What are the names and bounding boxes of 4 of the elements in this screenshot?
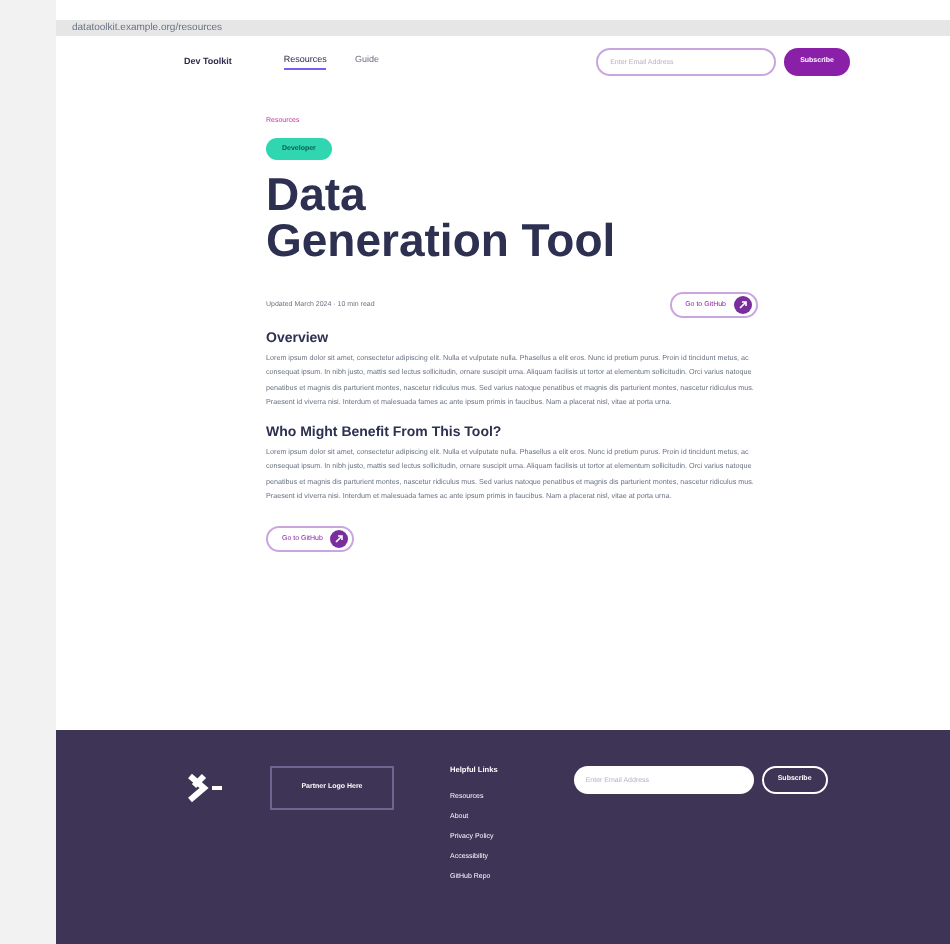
logo-icon	[186, 772, 226, 804]
arrow-icon	[734, 295, 752, 314]
page-title: Data Generation Tool	[266, 171, 618, 264]
arrow-icon	[330, 529, 349, 548]
